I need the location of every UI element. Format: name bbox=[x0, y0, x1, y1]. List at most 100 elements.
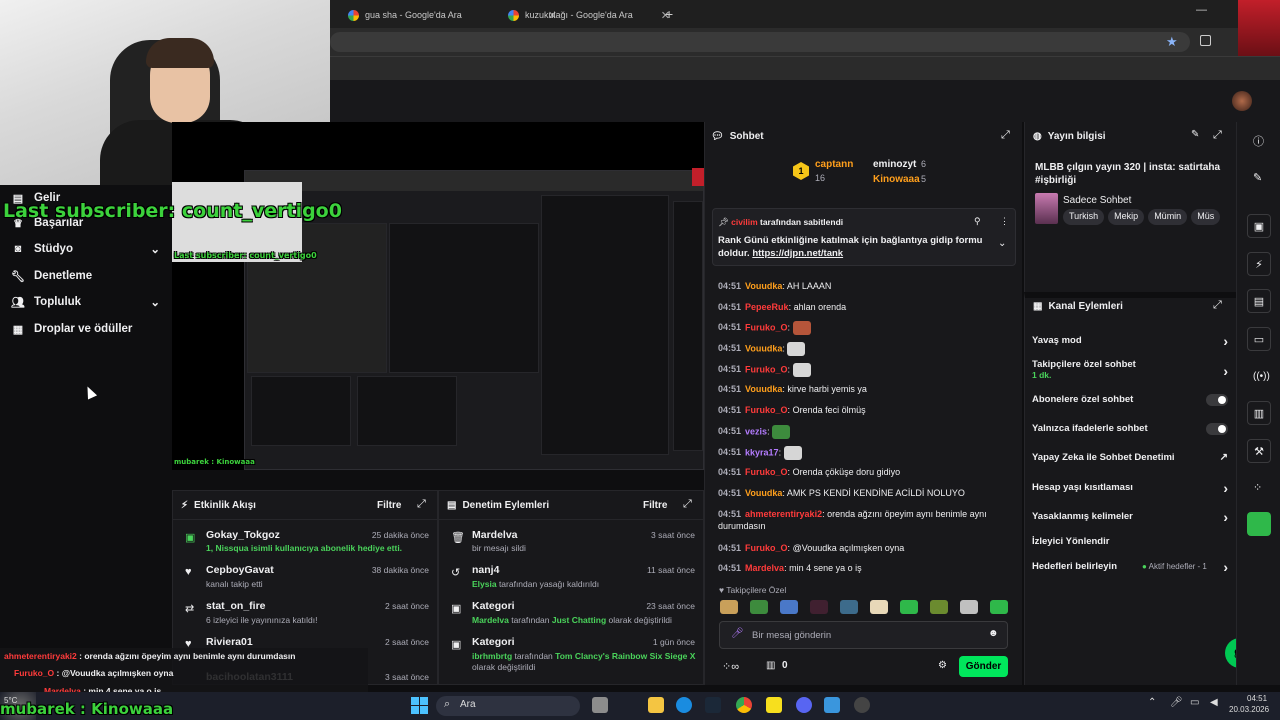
volume-icon[interactable]: ◀︎ bbox=[1210, 697, 1218, 708]
extensions-icon[interactable]: ⁘ bbox=[1253, 481, 1262, 494]
moderator-name[interactable]: ibrhmbrtg bbox=[472, 651, 512, 661]
activity-row-name[interactable]: CepboyGavat bbox=[206, 564, 274, 576]
chat-message: 04:51 Vouudka: AMK PS KENDİ KENDİNE ACİLD… bbox=[718, 488, 965, 498]
emote-icon[interactable] bbox=[960, 600, 978, 614]
extensions-icon[interactable] bbox=[1200, 35, 1211, 46]
add-action-icon[interactable] bbox=[1247, 512, 1271, 536]
moderation-filter-button[interactable]: Filtre bbox=[643, 500, 667, 511]
action-account-age[interactable]: Hesap yaşı kısıtlaması › bbox=[1032, 480, 1228, 496]
browser-tab[interactable]: kuzukulağı - Google'da Ara ✕ bbox=[500, 4, 678, 26]
popout-icon[interactable]: ⤢ bbox=[683, 498, 692, 511]
lightning-icon[interactable]: ⚡︎ bbox=[1247, 252, 1271, 276]
steam-icon[interactable] bbox=[705, 697, 721, 713]
pinned-by-user[interactable]: civilim bbox=[731, 217, 757, 227]
emote-icon[interactable] bbox=[720, 600, 738, 614]
moderation-row-name[interactable]: Kategori bbox=[472, 636, 515, 648]
pinned-link[interactable]: https://djpn.net/tank bbox=[752, 248, 843, 259]
action-subscribers-only[interactable]: Abonelere özel sohbet bbox=[1032, 394, 1228, 406]
action-slow-mode[interactable]: Yavaş mod › bbox=[1032, 333, 1228, 349]
edit-pencil-icon[interactable]: ✎ bbox=[1253, 171, 1262, 184]
settings-gear-icon[interactable]: ⚙ bbox=[938, 660, 947, 671]
emote-icon[interactable] bbox=[780, 600, 798, 614]
microphone-icon[interactable]: 🎤︎ bbox=[1170, 697, 1183, 708]
activity-row-name[interactable]: Riviera01 bbox=[206, 636, 253, 648]
avatar[interactable] bbox=[1232, 91, 1252, 111]
taskbar-search[interactable] bbox=[436, 696, 580, 716]
activity-row-name[interactable]: Gokay_Tokgoz bbox=[206, 529, 280, 541]
sidebar-item-studyo[interactable]: ◙ Stüdyo ⌄ bbox=[12, 239, 160, 259]
moderation-row-name[interactable]: Mardelva bbox=[472, 529, 518, 541]
moderation-row-name[interactable]: Kategori bbox=[472, 600, 515, 612]
emoji-icon[interactable]: ☻ bbox=[988, 628, 999, 639]
popout-icon[interactable]: ⤢ bbox=[417, 498, 426, 511]
action-followers-only[interactable]: Takipçilere özel sohbet 1 dk. › bbox=[1032, 359, 1228, 381]
sidebar-item-droplar[interactable]: ▦ Droplar ve ödüller bbox=[12, 319, 133, 339]
tag[interactable]: Müs bbox=[1191, 209, 1221, 225]
file-explorer-icon[interactable] bbox=[648, 697, 664, 713]
emote-icon[interactable] bbox=[870, 600, 888, 614]
emote-icon[interactable] bbox=[990, 600, 1008, 614]
edge-icon[interactable] bbox=[676, 697, 692, 713]
more-icon[interactable]: ⋮ bbox=[1000, 216, 1009, 227]
emote-icon[interactable] bbox=[840, 600, 858, 614]
emote-icon[interactable] bbox=[930, 600, 948, 614]
windows-start-icon[interactable] bbox=[411, 697, 428, 714]
sidebar-item-denetleme[interactable]: 🔧︎ Denetleme bbox=[11, 266, 92, 286]
chrome-icon[interactable] bbox=[736, 697, 752, 713]
leader-name[interactable]: eminozyt bbox=[873, 159, 916, 170]
edit-pencil-icon[interactable]: ✎ bbox=[1191, 129, 1199, 140]
wrench-icon[interactable]: ⚒ bbox=[1247, 439, 1271, 463]
bookmark-star-icon[interactable]: ★ bbox=[1166, 34, 1178, 50]
document-icon[interactable]: ▤ bbox=[1247, 289, 1271, 313]
leader-name[interactable]: captann bbox=[815, 159, 853, 170]
tag[interactable]: Mümin bbox=[1148, 209, 1188, 225]
moderator-name[interactable]: Elysia bbox=[472, 579, 497, 589]
action-banned-words[interactable]: Yasaklanmış kelimeler › bbox=[1032, 509, 1228, 525]
action-emote-only[interactable]: Yalnızca ifadelerle sohbet bbox=[1032, 423, 1228, 435]
chevron-down-icon[interactable]: ⌄ bbox=[998, 238, 1006, 249]
emote-icon[interactable] bbox=[750, 600, 768, 614]
sidebar-item-topluluk[interactable]: 👥︎ Topluluk ⌄ bbox=[11, 292, 160, 312]
clip-icon[interactable]: ▣ bbox=[1247, 214, 1271, 238]
moderation-row-name[interactable]: nanj4 bbox=[472, 564, 499, 576]
broadcast-icon[interactable]: ((•)) bbox=[1253, 371, 1270, 382]
action-ai-moderation[interactable]: Yapay Zeka ile Sohbet Denetimi ↗ bbox=[1032, 452, 1228, 463]
address-field[interactable] bbox=[330, 32, 1190, 52]
emote-icon[interactable] bbox=[900, 600, 918, 614]
popout-icon[interactable]: ⤢ bbox=[1213, 129, 1222, 142]
points-icon[interactable]: ▥ bbox=[766, 660, 775, 671]
clock-time[interactable]: 04:51 bbox=[1247, 694, 1267, 703]
emote-icon[interactable] bbox=[810, 600, 828, 614]
task-view-icon[interactable] bbox=[592, 697, 608, 713]
category-thumbnail[interactable] bbox=[1035, 193, 1058, 224]
info-icon[interactable]: ⓘ bbox=[1253, 133, 1264, 149]
tag[interactable]: Turkish bbox=[1063, 209, 1105, 225]
leader-name[interactable]: Kinowaaa bbox=[873, 174, 920, 185]
new-tab-icon[interactable]: + bbox=[665, 6, 673, 22]
category-name[interactable]: Tom Clancy's Rainbow Six Siege X bbox=[555, 651, 695, 661]
chat-bubble-icon[interactable]: ▭ bbox=[1247, 327, 1271, 351]
obs-icon[interactable] bbox=[854, 697, 870, 713]
tag[interactable]: Mekip bbox=[1108, 209, 1145, 225]
action-goals[interactable]: Hedefleri belirleyin ● Aktif hedefler - 1… bbox=[1032, 559, 1228, 575]
minimize-icon[interactable]: — bbox=[1196, 4, 1207, 16]
activity-filter-button[interactable]: Filtre bbox=[377, 500, 401, 511]
tray-chevron-icon[interactable]: ⌃ bbox=[1148, 697, 1156, 708]
clock-date[interactable]: 20.03.2026 bbox=[1229, 705, 1269, 714]
layout-icon[interactable]: ▥ bbox=[1247, 401, 1271, 425]
category-name[interactable]: Sadece Sohbet bbox=[1063, 195, 1131, 206]
discord-icon[interactable] bbox=[796, 697, 812, 713]
category-name[interactable]: Just Chatting bbox=[552, 615, 606, 625]
send-button[interactable]: Gönder bbox=[959, 656, 1008, 677]
moderator-name[interactable]: Mardelva bbox=[472, 615, 509, 625]
infinity-icon[interactable]: ⁘∞ bbox=[722, 660, 739, 673]
popout-icon[interactable]: ⤢ bbox=[1001, 129, 1010, 142]
pin-icon[interactable]: ⚲ bbox=[974, 216, 981, 227]
notes-icon[interactable] bbox=[766, 697, 782, 713]
popout-icon[interactable]: ⤢ bbox=[1213, 299, 1222, 312]
action-raid[interactable]: İzleyici Yönlendir bbox=[1032, 536, 1228, 547]
activity-row-name[interactable]: stat_on_fire bbox=[206, 600, 266, 612]
monitor-icon[interactable]: ▭ bbox=[1190, 697, 1199, 708]
notepad-icon[interactable] bbox=[824, 697, 840, 713]
microphone-icon[interactable]: 🎤︎ bbox=[731, 628, 744, 639]
